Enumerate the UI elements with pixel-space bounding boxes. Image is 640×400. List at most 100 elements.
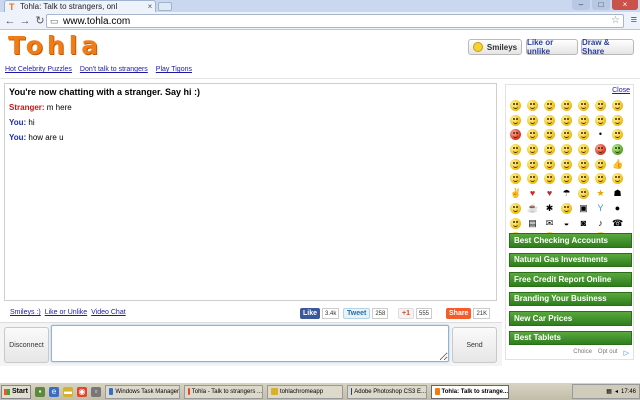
adchoices-choice-link[interactable]: Choice xyxy=(573,349,592,357)
mail-icon[interactable]: ✉ xyxy=(544,218,555,229)
heart-icon[interactable]: ♥ xyxy=(527,188,538,199)
smiley-icon[interactable] xyxy=(561,114,572,126)
smiley-icon[interactable] xyxy=(561,129,572,141)
ad-link[interactable]: Branding Your Business xyxy=(509,291,632,306)
clock[interactable]: 17:46 xyxy=(621,389,636,395)
smiley-icon[interactable] xyxy=(578,188,589,200)
wrench-menu-icon[interactable]: ≡ xyxy=(631,14,637,26)
smiley-icon[interactable] xyxy=(510,144,521,156)
adchoices-icon[interactable]: ▷ xyxy=(624,349,629,357)
smiley-icon[interactable] xyxy=(544,114,555,126)
smiley-icon[interactable] xyxy=(561,173,572,185)
tohla-logo[interactable]: Tohla xyxy=(8,31,102,60)
hamburger-icon[interactable]: ◒ xyxy=(561,218,572,229)
link-smileys[interactable]: Smileys :) xyxy=(10,309,41,316)
link-video-chat[interactable]: Video Chat xyxy=(91,309,126,316)
broken-heart-icon[interactable]: ♥ xyxy=(544,188,555,199)
ad-link[interactable]: Best Tablets xyxy=(509,330,632,345)
smiley-icon[interactable] xyxy=(527,173,538,185)
smiley-icon[interactable] xyxy=(527,100,538,111)
address-bar[interactable]: ▭ www.tohla.com ☆ xyxy=(46,14,624,28)
quicklaunch-ie-icon[interactable]: e xyxy=(49,386,59,397)
chat-log[interactable]: You're now chatting with a stranger. Say… xyxy=(4,83,497,301)
smiley-icon[interactable] xyxy=(544,158,555,170)
forward-arrow-icon[interactable]: → xyxy=(18,14,32,28)
cake-icon[interactable]: ☕ xyxy=(527,203,538,214)
google-plus-one-button[interactable]: +1 xyxy=(398,308,414,319)
minimize-button[interactable]: – xyxy=(572,0,590,10)
devil-smiley-icon[interactable] xyxy=(595,144,606,156)
umbrella-icon[interactable]: ☂ xyxy=(561,188,572,199)
taskbar-item-photoshop[interactable]: Adobe Photoshop CS3 E... xyxy=(347,384,427,399)
quicklaunch-folder-icon[interactable]: ▬ xyxy=(63,386,73,397)
game-icon[interactable]: ◙ xyxy=(578,218,589,229)
smiley-icon[interactable] xyxy=(510,158,521,170)
adchoices-optout-link[interactable]: Opt out xyxy=(598,349,618,357)
browser-tab[interactable]: T Tohla: Talk to strangers, onl × xyxy=(4,0,156,12)
smiley-icon[interactable] xyxy=(527,158,538,170)
maximize-button[interactable]: □ xyxy=(592,0,610,10)
smiley-icon[interactable] xyxy=(561,100,572,111)
smiley-icon[interactable] xyxy=(578,158,589,170)
ad-link[interactable]: New Car Prices xyxy=(509,311,632,326)
quicklaunch-chrome-icon[interactable]: ◉ xyxy=(77,386,87,397)
smiley-icon[interactable] xyxy=(578,144,589,156)
smiley-icon[interactable] xyxy=(578,114,589,126)
ad-link[interactable]: Free Credit Report Online xyxy=(509,272,632,287)
new-tab-button[interactable] xyxy=(158,2,172,11)
smiley-icon[interactable] xyxy=(510,173,521,185)
smiley-icon[interactable] xyxy=(527,129,538,141)
tweet-button[interactable]: Tweet xyxy=(343,308,371,319)
angry-smiley-icon[interactable] xyxy=(510,129,521,141)
back-arrow-icon[interactable]: ← xyxy=(3,14,17,28)
ball-icon[interactable]: ● xyxy=(612,203,623,214)
spider-icon[interactable]: ✱ xyxy=(544,203,555,214)
phone-icon[interactable]: ☎ xyxy=(612,218,623,229)
smiley-icon[interactable] xyxy=(544,144,555,156)
facebook-like-button[interactable]: Like xyxy=(300,308,321,319)
share-button[interactable]: Share xyxy=(446,308,472,319)
tab-close-icon[interactable]: × xyxy=(145,2,155,11)
taskbar-item-tohla-chrome[interactable]: Tohla - Talk to strangers ... xyxy=(184,384,263,399)
smiley-icon[interactable] xyxy=(612,173,623,185)
taskbar-item-tohlachromeapp[interactable]: tohlachromeapp xyxy=(267,384,343,399)
like-or-unlike-button[interactable]: Like or unlike xyxy=(526,38,578,56)
smiley-icon[interactable] xyxy=(527,114,538,126)
link-like-or-unlike[interactable]: Like or Unlike xyxy=(45,309,87,316)
smiley-icon[interactable] xyxy=(595,173,606,185)
ad-link[interactable]: Natural Gas Investments xyxy=(509,252,632,267)
smiley-icon[interactable] xyxy=(561,158,572,170)
smiley-icon[interactable] xyxy=(578,173,589,185)
ghost-icon[interactable]: ☗ xyxy=(612,188,623,199)
star-icon[interactable]: ★ xyxy=(595,188,606,199)
smiley-icon[interactable] xyxy=(510,202,521,214)
taskbar-item-task-manager[interactable]: Windows Task Manager xyxy=(105,384,180,399)
draw-and-share-button[interactable]: Draw & Share xyxy=(581,38,634,56)
smiley-icon[interactable] xyxy=(612,100,623,111)
sick-smiley-icon[interactable] xyxy=(612,144,623,156)
smiley-icon[interactable] xyxy=(561,202,572,214)
link-dont-talk-to-strangers[interactable]: Don't talk to strangers xyxy=(80,66,148,73)
quicklaunch-app-icon[interactable]: ▫ xyxy=(91,386,101,397)
smiley-icon[interactable] xyxy=(595,158,606,170)
message-input[interactable] xyxy=(51,325,449,362)
send-button[interactable]: Send xyxy=(452,327,497,363)
smileys-button[interactable]: Smileys xyxy=(468,39,522,55)
tray-network-icon[interactable]: ▦ xyxy=(606,388,612,395)
smiley-icon[interactable] xyxy=(578,129,589,141)
dot-icon[interactable]: • xyxy=(595,129,606,140)
close-panel-link[interactable]: Close xyxy=(612,87,630,94)
hands-icon[interactable]: ✌ xyxy=(510,188,521,199)
reload-icon[interactable]: ↻ xyxy=(33,14,47,28)
smiley-icon[interactable] xyxy=(595,100,606,111)
link-play-tigons[interactable]: Play Tigons xyxy=(156,66,192,73)
smiley-icon[interactable] xyxy=(544,100,555,111)
smiley-icon[interactable] xyxy=(510,217,521,229)
thumbs-up-icon[interactable]: 👍 xyxy=(612,159,623,170)
close-window-button[interactable]: × xyxy=(612,0,638,10)
smiley-icon[interactable] xyxy=(561,144,572,156)
tray-volume-icon[interactable]: ◂ xyxy=(615,388,618,395)
smiley-icon[interactable] xyxy=(510,100,521,111)
smiley-icon[interactable] xyxy=(544,129,555,141)
quicklaunch-desktop-icon[interactable]: ▪ xyxy=(35,386,45,397)
